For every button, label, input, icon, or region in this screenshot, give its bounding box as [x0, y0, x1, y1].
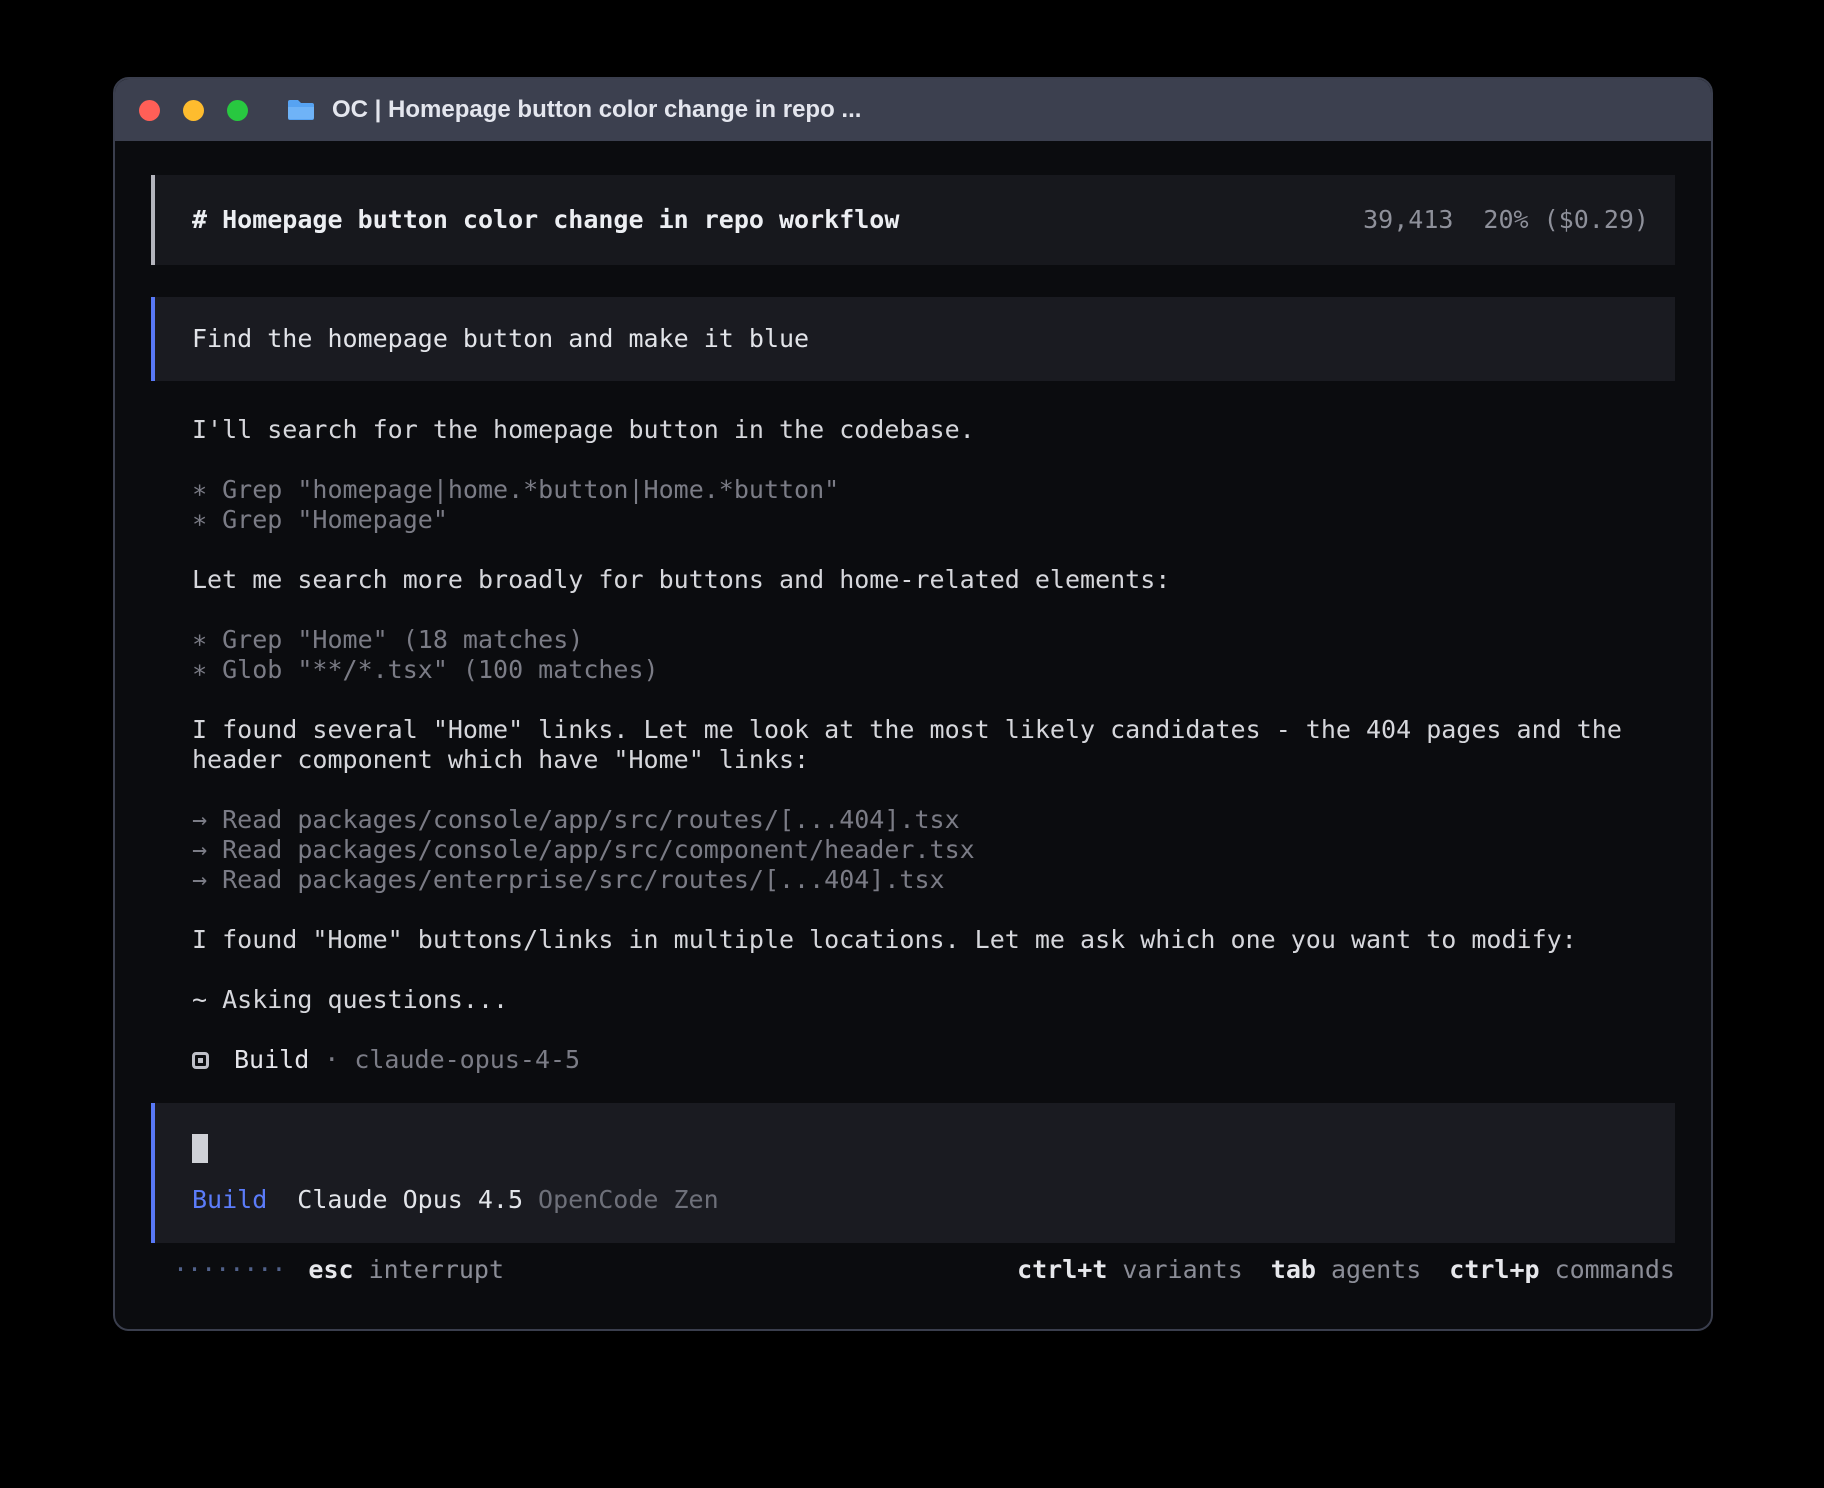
session-meta: 39,413 20% ($0.29)	[1363, 205, 1649, 235]
tool-call-grep: ∗ Grep "Homepage"	[192, 505, 1675, 535]
esc-key: esc	[308, 1255, 353, 1285]
session-title: # Homepage button color change in repo w…	[192, 205, 899, 235]
agent-status-line: Build · claude-opus-4-5	[192, 1045, 1675, 1075]
build-agent-icon	[192, 1052, 209, 1069]
prompt-input[interactable]: Build Claude Opus 4.5 OpenCode Zen	[151, 1103, 1675, 1243]
tool-call-read: → Read packages/console/app/src/routes/[…	[192, 805, 1675, 835]
shortcut-key: ctrl+t	[1017, 1255, 1107, 1285]
text-cursor	[192, 1134, 208, 1163]
shortcut-label: variants	[1122, 1255, 1242, 1285]
assistant-message: I found "Home" buttons/links in multiple…	[192, 925, 1675, 955]
mode-label: Build	[192, 1185, 267, 1215]
zoom-button[interactable]	[227, 100, 248, 121]
shortcut-label: agents	[1331, 1255, 1421, 1285]
input-line[interactable]	[192, 1133, 1638, 1163]
assistant-text: I'll search for the homepage button in t…	[192, 415, 1675, 445]
shortcut-key: ctrl+p	[1449, 1255, 1539, 1285]
spinner-dots: ········	[173, 1255, 285, 1285]
assistant-text: I found several "Home" links. Let me loo…	[192, 715, 1675, 775]
traffic-lights	[139, 100, 248, 121]
input-meta: Build Claude Opus 4.5 OpenCode Zen	[192, 1185, 1638, 1215]
minimize-button[interactable]	[183, 100, 204, 121]
token-count: 39,413	[1363, 205, 1453, 235]
folder-icon	[286, 98, 316, 122]
status-bar: ········ esc interrupt ctrl+t variants t…	[151, 1255, 1675, 1285]
conversation: I'll search for the homepage button in t…	[151, 415, 1675, 1075]
context-usage: 20% ($0.29)	[1483, 205, 1649, 235]
session-header: # Homepage button color change in repo w…	[151, 175, 1675, 265]
agent-model: claude-opus-4-5	[354, 1045, 580, 1075]
tool-call-group: ∗ Grep "Home" (18 matches) ∗ Glob "**/*.…	[192, 625, 1675, 685]
agent-separator: ·	[324, 1045, 339, 1075]
status-bar-right: ctrl+t variants tab agents ctrl+p comman…	[1017, 1255, 1675, 1285]
tool-call-group: → Read packages/console/app/src/routes/[…	[192, 805, 1675, 895]
provider-label: OpenCode Zen	[538, 1185, 719, 1215]
assistant-message: Let me search more broadly for buttons a…	[192, 565, 1675, 595]
user-message: Find the homepage button and make it blu…	[151, 297, 1675, 381]
terminal-content: # Homepage button color change in repo w…	[115, 141, 1711, 1329]
shortcut-label: commands	[1555, 1255, 1675, 1285]
assistant-message: I'll search for the homepage button in t…	[192, 415, 1675, 445]
agent-name: Build	[234, 1045, 309, 1075]
assistant-text: Let me search more broadly for buttons a…	[192, 565, 1675, 595]
model-label: Claude Opus 4.5	[297, 1185, 523, 1215]
shortcut-variants: ctrl+t variants	[1017, 1255, 1243, 1285]
shortcut-agents: tab agents	[1271, 1255, 1421, 1285]
tool-call-group: ∗ Grep "homepage|home.*button|Home.*butt…	[192, 475, 1675, 535]
user-message-text: Find the homepage button and make it blu…	[192, 324, 809, 353]
terminal-window: OC | Homepage button color change in rep…	[113, 77, 1713, 1331]
tool-call-read: → Read packages/enterprise/src/routes/[.…	[192, 865, 1675, 895]
tool-call-grep: ∗ Grep "Home" (18 matches)	[192, 625, 1675, 655]
tool-call-grep: ∗ Grep "homepage|home.*button|Home.*butt…	[192, 475, 1675, 505]
window-title: OC | Homepage button color change in rep…	[332, 96, 861, 124]
shortcut-key: tab	[1271, 1255, 1316, 1285]
titlebar[interactable]: OC | Homepage button color change in rep…	[115, 79, 1711, 141]
tool-call-glob: ∗ Glob "**/*.tsx" (100 matches)	[192, 655, 1675, 685]
shortcut-commands: ctrl+p commands	[1449, 1255, 1675, 1285]
asking-questions-status: ~ Asking questions...	[192, 985, 1675, 1015]
status-message: ~ Asking questions...	[192, 985, 1675, 1015]
status-bar-left: ········ esc interrupt	[173, 1255, 504, 1285]
assistant-text: I found "Home" buttons/links in multiple…	[192, 925, 1675, 955]
tool-call-read: → Read packages/console/app/src/componen…	[192, 835, 1675, 865]
assistant-message: I found several "Home" links. Let me loo…	[192, 715, 1675, 775]
close-button[interactable]	[139, 100, 160, 121]
esc-label: interrupt	[369, 1255, 504, 1285]
